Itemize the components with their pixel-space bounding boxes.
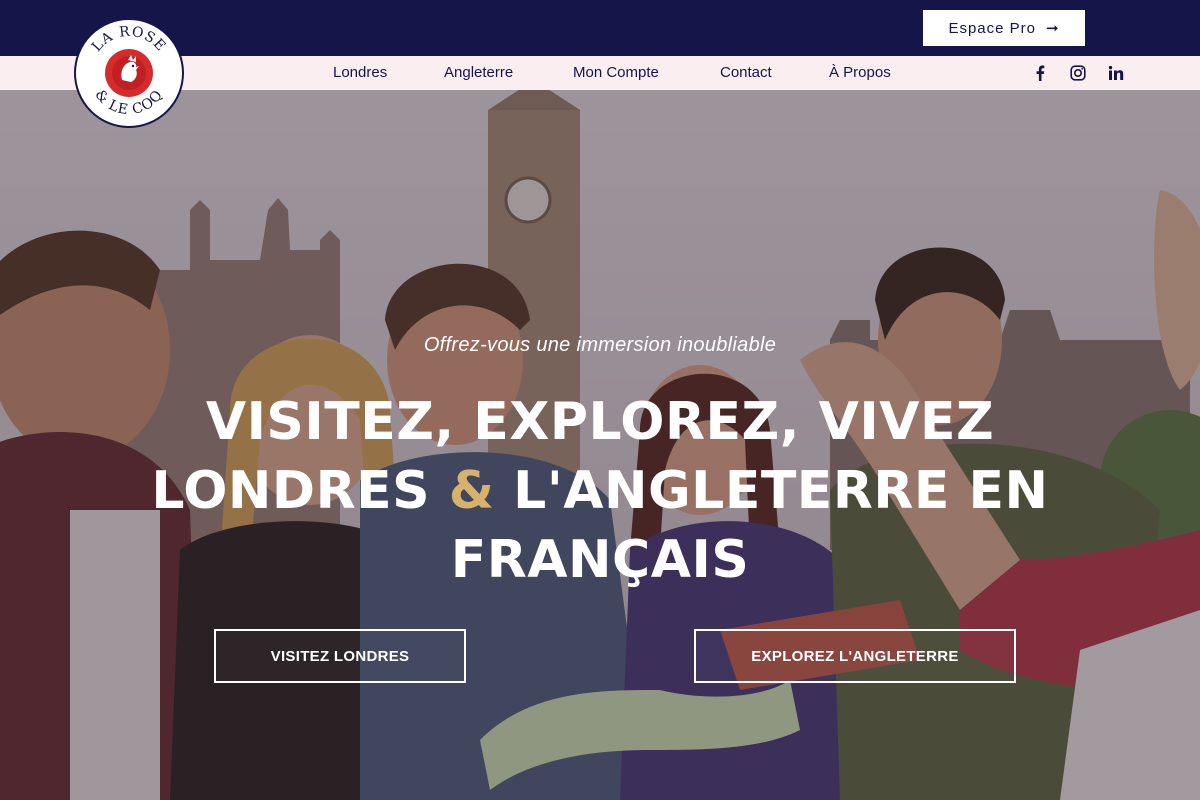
headline-londres: LONDRES [151, 461, 449, 521]
nav-item-angleterre[interactable]: Angleterre [444, 56, 513, 90]
nav-item-londres[interactable]: Londres [333, 56, 387, 90]
nav-item-contact[interactable]: Contact [720, 56, 772, 90]
headline-line-2: LONDRES & L'ANGLETERRE EN [0, 457, 1200, 526]
headline-angleterre: L'ANGLETERRE EN [494, 461, 1049, 521]
linkedin-icon[interactable] [1106, 63, 1126, 83]
headline-ampersand: & [448, 461, 495, 521]
instagram-icon[interactable] [1068, 63, 1088, 83]
arrow-right-icon: ➞ [1045, 20, 1060, 37]
nav-item-a-propos[interactable]: À Propos [829, 56, 891, 90]
hero-section: Offrez-vous une immersion inoubliable VI… [0, 90, 1200, 800]
espace-pro-label: Espace Pro [948, 19, 1036, 37]
nav-item-mon-compte[interactable]: Mon Compte [573, 56, 659, 90]
explorez-angleterre-button[interactable]: EXPLOREZ L'ANGLETERRE [694, 629, 1016, 683]
facebook-icon[interactable] [1030, 63, 1050, 83]
hero-headline: VISITEZ, EXPLOREZ, VIVEZ LONDRES & L'ANG… [0, 388, 1200, 595]
headline-line-3: FRANÇAIS [450, 530, 750, 590]
visitez-londres-button[interactable]: VISITEZ LONDRES [214, 629, 466, 683]
headline-line-1: VISITEZ, EXPLOREZ, VIVEZ [205, 392, 995, 452]
hero-tagline: Offrez-vous une immersion inoubliable [423, 334, 777, 356]
brand-logo[interactable]: LA ROSE & LE COQ [74, 18, 184, 128]
espace-pro-button[interactable]: Espace Pro ➞ [923, 10, 1085, 46]
